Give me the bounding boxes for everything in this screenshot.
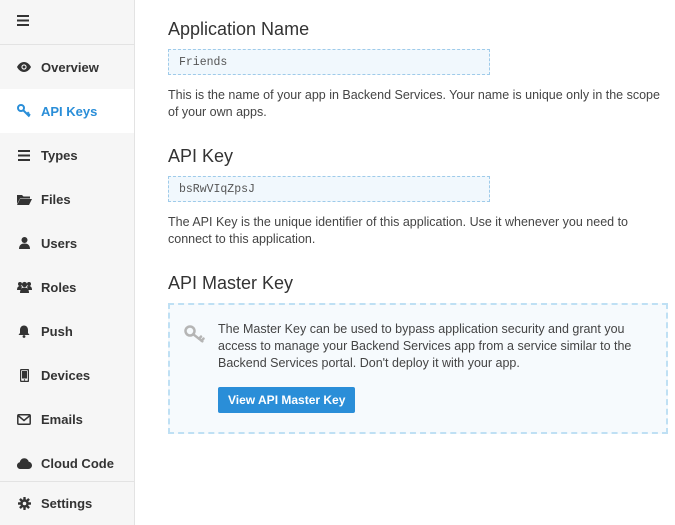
sidebar-item-files[interactable]: Files — [0, 177, 134, 221]
sidebar-item-label: Users — [41, 235, 78, 251]
sidebar-item-label: Devices — [41, 367, 91, 383]
menu-toggle-button[interactable] — [0, 0, 134, 45]
cloud-icon — [16, 455, 32, 471]
sidebar-item-types[interactable]: Types — [0, 133, 134, 177]
list-icon — [16, 147, 32, 163]
app-name-description: This is the name of your app in Backend … — [168, 88, 660, 119]
folder-icon — [16, 191, 32, 207]
sidebar-item-cloud-code[interactable]: Cloud Code — [0, 441, 134, 485]
sidebar-item-label: Push — [41, 323, 73, 339]
sidebar-item-label: Settings — [41, 496, 93, 511]
sidebar-item-api-keys[interactable]: API Keys — [0, 89, 134, 133]
sidebar-item-label: Cloud Code — [41, 455, 114, 471]
sidebar-item-label: Emails — [41, 411, 83, 427]
sidebar-item-label: Types — [41, 147, 78, 163]
bell-icon — [16, 323, 32, 339]
hamburger-icon — [17, 13, 29, 31]
sidebar-item-settings[interactable]: Settings — [0, 481, 134, 525]
gear-icon — [16, 496, 32, 512]
master-key-description: The Master Key can be used to bypass app… — [218, 322, 632, 370]
sidebar-item-roles[interactable]: Roles — [0, 265, 134, 309]
api-key-title: API Key — [168, 146, 234, 166]
master-key-panel: The Master Key can be used to bypass app… — [168, 303, 668, 434]
app-name-title: Application Name — [168, 19, 310, 39]
sidebar: Overview API Keys Types Files Users Role… — [0, 0, 135, 525]
sidebar-item-label: API Keys — [41, 103, 98, 119]
eye-icon — [16, 59, 32, 75]
user-icon — [16, 235, 32, 251]
app-name-field[interactable]: Friends — [168, 49, 490, 75]
master-key-title: API Master Key — [168, 273, 294, 293]
sidebar-item-users[interactable]: Users — [0, 221, 134, 265]
sidebar-item-label: Roles — [41, 279, 77, 295]
sidebar-item-label: Files — [41, 191, 71, 207]
view-master-key-button[interactable]: View API Master Key — [218, 387, 356, 413]
group-icon — [16, 279, 32, 295]
sidebar-item-emails[interactable]: Emails — [0, 397, 134, 441]
sidebar-item-push[interactable]: Push — [0, 309, 134, 353]
sidebar-item-label: Overview — [41, 59, 99, 75]
envelope-icon — [16, 411, 32, 427]
sidebar-item-overview[interactable]: Overview — [0, 45, 134, 89]
api-key-field[interactable]: bsRwVIqZpsJ — [168, 176, 490, 202]
key-icon — [184, 325, 206, 348]
api-key-description: The API Key is the unique identifier of … — [168, 215, 628, 246]
key-icon — [16, 103, 32, 119]
mobile-icon — [16, 367, 32, 383]
sidebar-item-devices[interactable]: Devices — [0, 353, 134, 397]
